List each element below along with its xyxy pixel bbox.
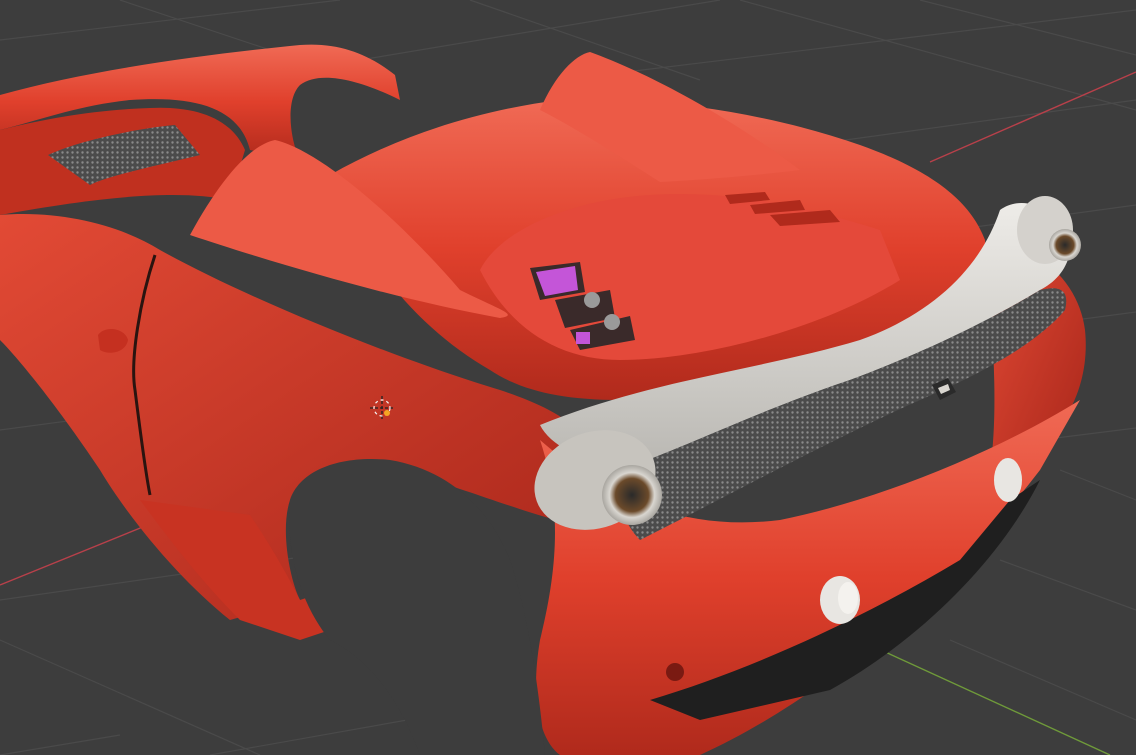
x-axis-line-far xyxy=(929,71,1136,163)
rear-reflector xyxy=(666,663,684,681)
car-model[interactable] xyxy=(0,44,1086,755)
exhaust-tip-right xyxy=(994,458,1022,502)
viewport-canvas[interactable] xyxy=(0,0,1136,755)
tail-light-right xyxy=(1017,196,1081,264)
y-axis-line xyxy=(869,644,1111,755)
3d-viewport[interactable] xyxy=(0,0,1136,755)
exhaust-tip-center xyxy=(820,576,860,624)
x-axis-line xyxy=(0,519,161,586)
